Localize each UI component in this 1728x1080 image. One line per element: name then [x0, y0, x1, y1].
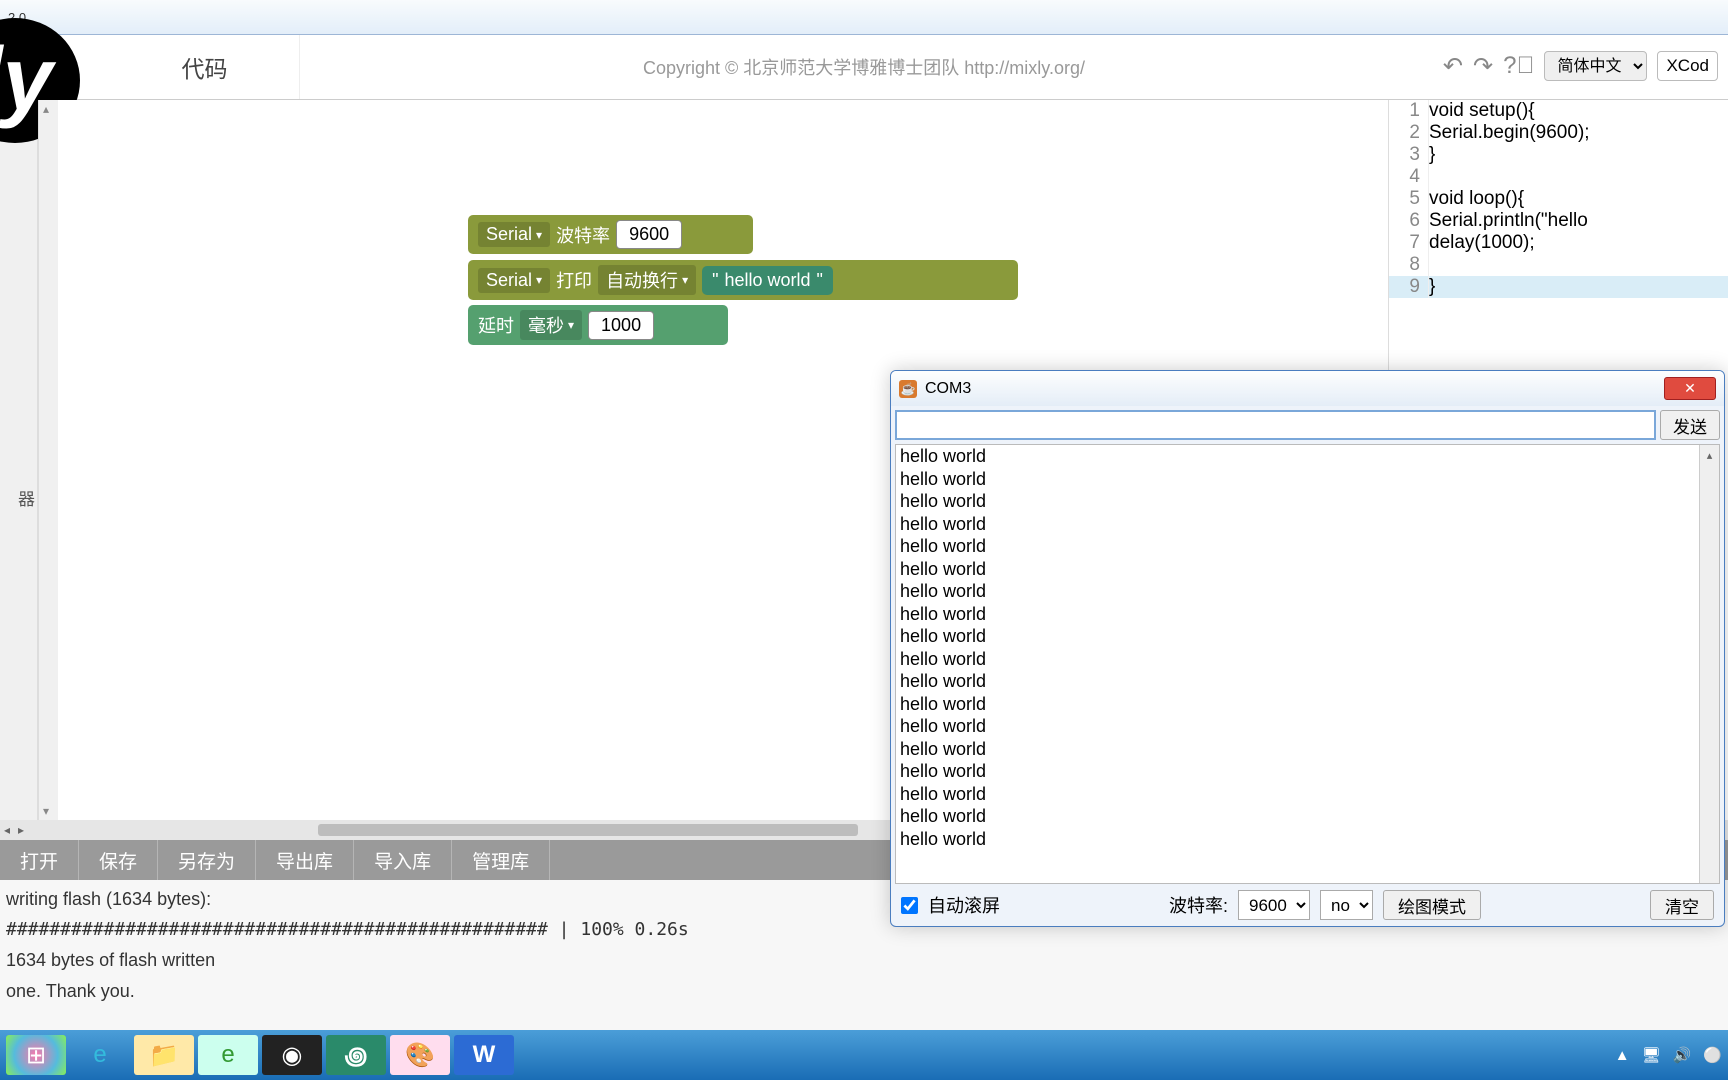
delay-unit-dropdown[interactable]: 毫秒 — [520, 310, 582, 340]
autoscroll-label: 自动滚屏 — [928, 892, 1000, 918]
serial-output-line: hello world — [900, 648, 1715, 671]
serial-output-line: hello world — [900, 468, 1715, 491]
xcod-button[interactable]: XCod — [1657, 51, 1718, 81]
serial-port-dropdown[interactable]: Serial — [478, 222, 550, 247]
save-button[interactable]: 保存 — [79, 840, 158, 880]
ie-icon[interactable]: e — [70, 1035, 130, 1075]
serial-output-line: hello world — [900, 603, 1715, 626]
open-button[interactable]: 打开 — [0, 840, 79, 880]
quote-icon: " — [712, 270, 718, 291]
tray-icon[interactable]: 🔊 — [1673, 1046, 1692, 1064]
serial-input[interactable] — [895, 410, 1656, 440]
mixly-icon[interactable]: ꩜ — [326, 1035, 386, 1075]
tray-icon[interactable]: ▲ — [1615, 1047, 1630, 1064]
autowrap-dropdown[interactable]: 自动换行 — [598, 265, 696, 295]
close-button[interactable]: ✕ — [1664, 377, 1716, 400]
cat-item[interactable]: 器 — [12, 490, 37, 820]
serial-output-line: hello world — [900, 783, 1715, 806]
serial-monitor-dialog[interactable]: ☕ COM3 ✕ 发送 hello worldhello worldhello … — [890, 370, 1725, 927]
delay-value[interactable]: 1000 — [588, 311, 654, 340]
serial-output-line: hello world — [900, 760, 1715, 783]
category-sidebar[interactable]: 器 器 器 — [0, 100, 38, 820]
explorer-icon[interactable]: 📁 — [134, 1035, 194, 1075]
scrollbar-thumb[interactable] — [318, 824, 858, 836]
block-delay[interactable]: 延时 毫秒 1000 — [468, 305, 728, 345]
code-line: delay(1000); — [1429, 232, 1535, 254]
send-button[interactable]: 发送 — [1660, 410, 1720, 440]
serial-output-line: hello world — [900, 693, 1715, 716]
baud-label: 波特率: — [1169, 892, 1228, 918]
clear-button[interactable]: 清空 — [1650, 890, 1714, 920]
browser-icon[interactable]: e — [198, 1035, 258, 1075]
code-line: Serial.println("hello — [1429, 210, 1588, 232]
obs-icon[interactable]: ◉ — [262, 1035, 322, 1075]
serial-output: hello worldhello worldhello worldhello w… — [895, 444, 1720, 884]
baud-selector[interactable]: 9600 — [1238, 890, 1310, 920]
console-line: 1634 bytes of flash written — [6, 945, 1722, 976]
output-scrollbar[interactable]: ▴ — [1699, 445, 1719, 883]
serial-output-line: hello world — [900, 670, 1715, 693]
baud-value[interactable]: 9600 — [616, 220, 682, 249]
string-block[interactable]: " hello world " — [702, 266, 833, 295]
serial-output-line: hello world — [900, 535, 1715, 558]
code-line: } — [1429, 144, 1435, 166]
tray-icon[interactable]: ⚪ — [1703, 1046, 1722, 1064]
header: ly 代码 Copyright © 北京师范大学博雅博士团队 http://mi… — [0, 35, 1728, 100]
serial-output-line: hello world — [900, 513, 1715, 536]
print-label: 打印 — [556, 267, 592, 293]
serial-output-line: hello world — [900, 558, 1715, 581]
java-icon: ☕ — [899, 380, 917, 398]
taskbar[interactable]: ⊞ e 📁 e ◉ ꩜ 🎨 W ▲ 🖥 🔊 ⚪ — [0, 1030, 1728, 1080]
code-line: } — [1429, 276, 1435, 298]
serial-output-line: hello world — [900, 715, 1715, 738]
help-icon[interactable]: ?⃝ — [1503, 52, 1534, 80]
paint-icon[interactable]: 🎨 — [390, 1035, 450, 1075]
block-serial-baud[interactable]: Serial 波特率 9600 — [468, 215, 753, 254]
saveas-button[interactable]: 另存为 — [158, 840, 256, 880]
import-lib-button[interactable]: 导入库 — [354, 840, 452, 880]
wps-icon[interactable]: W — [454, 1035, 514, 1075]
serial-port-dropdown[interactable]: Serial — [478, 268, 550, 293]
redo-icon[interactable]: ↷ — [1473, 52, 1493, 81]
serial-output-line: hello world — [900, 490, 1715, 513]
dialog-title: COM3 — [925, 380, 971, 398]
dialog-titlebar[interactable]: ☕ COM3 ✕ — [891, 371, 1724, 406]
plotmode-button[interactable]: 绘图模式 — [1383, 890, 1481, 920]
console-line: one. Thank you. — [6, 976, 1722, 1007]
tray-icon[interactable]: 🖥 — [1642, 1046, 1661, 1064]
export-lib-button[interactable]: 导出库 — [256, 840, 354, 880]
serial-output-line: hello world — [900, 625, 1715, 648]
serial-output-line: hello world — [900, 805, 1715, 828]
code-line: Serial.begin(9600); — [1429, 122, 1590, 144]
undo-icon[interactable]: ↶ — [1443, 52, 1463, 81]
code-line: void setup(){ — [1429, 100, 1535, 122]
serial-output-line: hello world — [900, 580, 1715, 603]
baud-label: 波特率 — [556, 222, 610, 248]
delay-label: 延时 — [478, 312, 514, 338]
category-scrollbar[interactable]: ▴ ▾ — [38, 100, 58, 820]
language-selector[interactable]: 简体中文 — [1544, 51, 1647, 81]
lineending-selector[interactable]: no — [1320, 890, 1373, 920]
serial-output-line: hello world — [900, 738, 1715, 761]
manage-lib-button[interactable]: 管理库 — [452, 840, 550, 880]
autoscroll-checkbox[interactable] — [901, 897, 918, 914]
start-button[interactable]: ⊞ — [6, 1035, 66, 1075]
serial-output-line: hello world — [900, 828, 1715, 851]
block-serial-print[interactable]: Serial 打印 自动换行 " hello world " — [468, 260, 1018, 300]
serial-output-line: hello world — [900, 445, 1715, 468]
code-line: void loop(){ — [1429, 188, 1524, 210]
quote-icon: " — [817, 270, 823, 291]
window-titlebar: 2.0 — [0, 0, 1728, 35]
system-tray[interactable]: ▲ 🖥 🔊 ⚪ — [1615, 1046, 1722, 1064]
